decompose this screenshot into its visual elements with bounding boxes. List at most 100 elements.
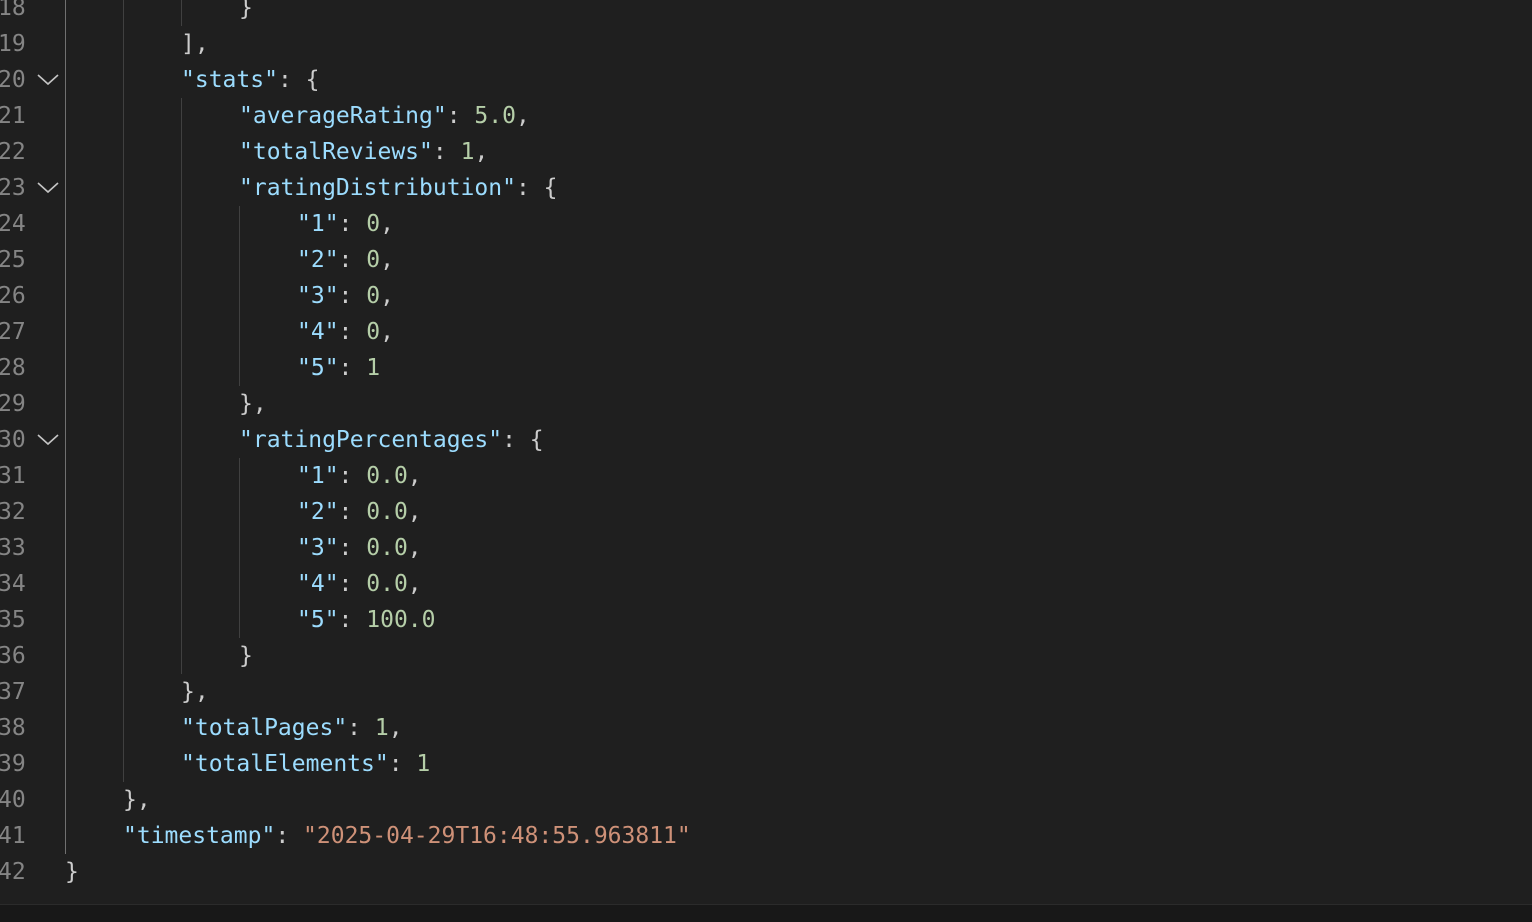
code-line[interactable]: 37}, [0,674,1532,710]
code-line[interactable]: 31 "1": 0.0, [0,458,1532,494]
json-key: "1" [297,211,339,237]
chevron-down-icon[interactable] [36,430,60,450]
json-punctuation: , [407,463,422,489]
line-number: 26 [0,283,26,309]
indent-guide [239,458,240,638]
panel-icon[interactable] [1132,915,1152,922]
json-key: "3" [297,283,339,309]
json-number: 0 [366,211,381,237]
code-text: } [65,854,79,890]
code-line[interactable]: 25 "2": 0, [0,242,1532,278]
code-line[interactable]: 19], [0,26,1532,62]
code-line[interactable]: 38 "totalPages": 1, [0,710,1532,746]
code-line[interactable]: 32 "2": 0.0, [0,494,1532,530]
json-punctuation: }, [181,679,209,705]
json-number: 0.0 [366,571,408,597]
line-number: 24 [0,211,26,237]
code-line[interactable]: 42} [0,854,1532,890]
code-line[interactable]: 18} [0,0,1532,26]
code-line[interactable]: 40}, [0,782,1532,818]
chevron-down-icon[interactable] [36,70,60,90]
code-line[interactable]: 30 "ratingPercentages": { [0,422,1532,458]
line-number: 19 [0,31,26,57]
line-number: 21 [0,103,26,129]
json-punctuation: : [338,355,367,381]
json-number: 100.0 [366,607,436,633]
json-punctuation: } [239,0,253,21]
code-line[interactable]: 27 "4": 0, [0,314,1532,350]
line-number: 25 [0,247,26,273]
code-line[interactable]: 28 "5": 1 [0,350,1532,386]
code-line[interactable]: 29}, [0,386,1532,422]
code-text: "2": 0, [297,242,394,278]
json-punctuation: : [338,283,367,309]
line-number: 27 [0,319,26,345]
code-text: "1": 0, [297,206,394,242]
code-line[interactable]: 41 "timestamp": "2025-04-29T16:48:55.9638… [0,818,1532,854]
json-key: "stats" [181,67,278,93]
line-number: 34 [0,571,26,597]
code-line[interactable]: 20 "stats": { [0,62,1532,98]
code-line[interactable]: 34 "4": 0.0, [0,566,1532,602]
code-text: "3": 0, [297,278,394,314]
json-key: "4" [297,319,339,345]
line-number: 22 [0,139,26,165]
json-punctuation: , [515,103,530,129]
code-text: "2": 0.0, [297,494,422,530]
code-line[interactable]: 21 "averageRating": 5.0, [0,98,1532,134]
json-number: 0 [366,247,381,273]
json-punctuation: , [407,535,422,561]
json-key: "ratingPercentages" [239,427,503,453]
json-key: "totalReviews" [239,139,433,165]
line-number: 31 [0,463,26,489]
code-text: "totalReviews": 1, [239,134,488,170]
json-punctuation: : { [502,427,544,453]
line-number: 36 [0,643,26,669]
line-number: 30 [0,427,26,453]
feedback-icon[interactable] [1280,915,1300,922]
code-line[interactable]: 23 "ratingDistribution": { [0,170,1532,206]
json-punctuation: , [380,283,394,309]
code-text: "ratingDistribution": { [239,170,558,206]
code-line[interactable]: 24 "1": 0, [0,206,1532,242]
json-punctuation: , [407,499,422,525]
json-key: "5" [297,355,339,381]
code-text: "4": 0, [297,314,394,350]
code-line[interactable]: 26 "3": 0, [0,278,1532,314]
code-line[interactable]: 39 "totalElements": 1 [0,746,1532,782]
code-text: "averageRating": 5.0, [239,98,530,134]
code-line[interactable]: 22 "totalReviews": 1, [0,134,1532,170]
json-punctuation: : [338,247,367,273]
code-editor[interactable]: 18} 19], 20 "stats": {21 "averageRating": 5.… [0,0,1532,904]
json-punctuation: } [239,643,253,669]
code-text: "stats": { [181,62,319,98]
code-text: ], [181,26,209,62]
json-punctuation: : [446,103,475,129]
status-bar [0,904,1532,922]
code-line[interactable]: 33 "3": 0.0, [0,530,1532,566]
json-punctuation: , [474,139,489,165]
line-number: 33 [0,535,26,561]
code-line[interactable]: 35 "5": 100.0 [0,602,1532,638]
line-number: 23 [0,175,26,201]
code-text: } [239,638,253,674]
json-number: 1 [366,355,381,381]
indent-guide [65,0,66,854]
code-line[interactable]: 36} [0,638,1532,674]
line-number: 29 [0,391,26,417]
bell-icon[interactable] [1448,915,1468,922]
json-key: "2" [297,247,339,273]
json-punctuation: : { [515,175,558,201]
sync-icon[interactable] [988,915,1008,922]
line-number: 39 [0,751,26,777]
indent-guide [181,98,182,674]
json-punctuation: , [380,211,394,237]
chevron-down-icon[interactable] [36,178,60,198]
json-punctuation: : [338,499,367,525]
json-key: "5" [297,607,339,633]
line-number: 28 [0,355,26,381]
line-number: 42 [0,859,26,885]
json-key: "averageRating" [239,103,447,129]
json-key: "4" [297,571,339,597]
line-number: 38 [0,715,26,741]
